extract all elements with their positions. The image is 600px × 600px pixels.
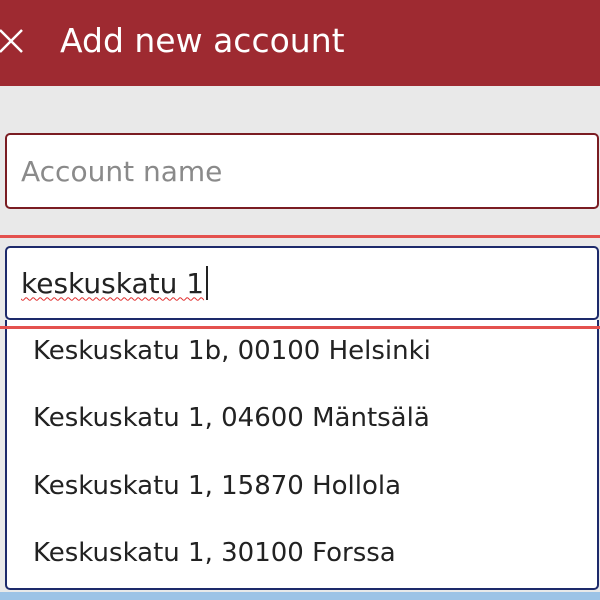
accent-divider-bottom: [0, 326, 600, 329]
accent-divider-top: [0, 235, 600, 238]
app-screen: Add new account Account name keskuskatu …: [0, 0, 600, 600]
suggestion-item[interactable]: Keskuskatu 1, 04600 Mäntsälä: [33, 403, 430, 433]
close-icon: [0, 29, 23, 53]
close-button[interactable]: [0, 20, 26, 62]
text-caret: [206, 266, 209, 300]
header-bar: Add new account: [0, 0, 600, 86]
page-title: Add new account: [60, 21, 345, 60]
suggestion-item[interactable]: Keskuskatu 1, 30100 Forssa: [33, 538, 396, 568]
bottom-strip: [0, 592, 600, 600]
account-name-input[interactable]: Account name: [5, 133, 599, 209]
suggestion-item[interactable]: Keskuskatu 1, 15870 Hollola: [33, 471, 401, 501]
address-input-value: keskuskatu 1: [21, 266, 205, 300]
suggestion-item[interactable]: Keskuskatu 1b, 00100 Helsinki: [33, 336, 431, 366]
address-suggestions-dropdown: Keskuskatu 1b, 00100 Helsinki Keskuskatu…: [5, 320, 599, 590]
account-name-placeholder: Account name: [21, 154, 223, 188]
address-search-input[interactable]: keskuskatu 1: [5, 246, 599, 320]
